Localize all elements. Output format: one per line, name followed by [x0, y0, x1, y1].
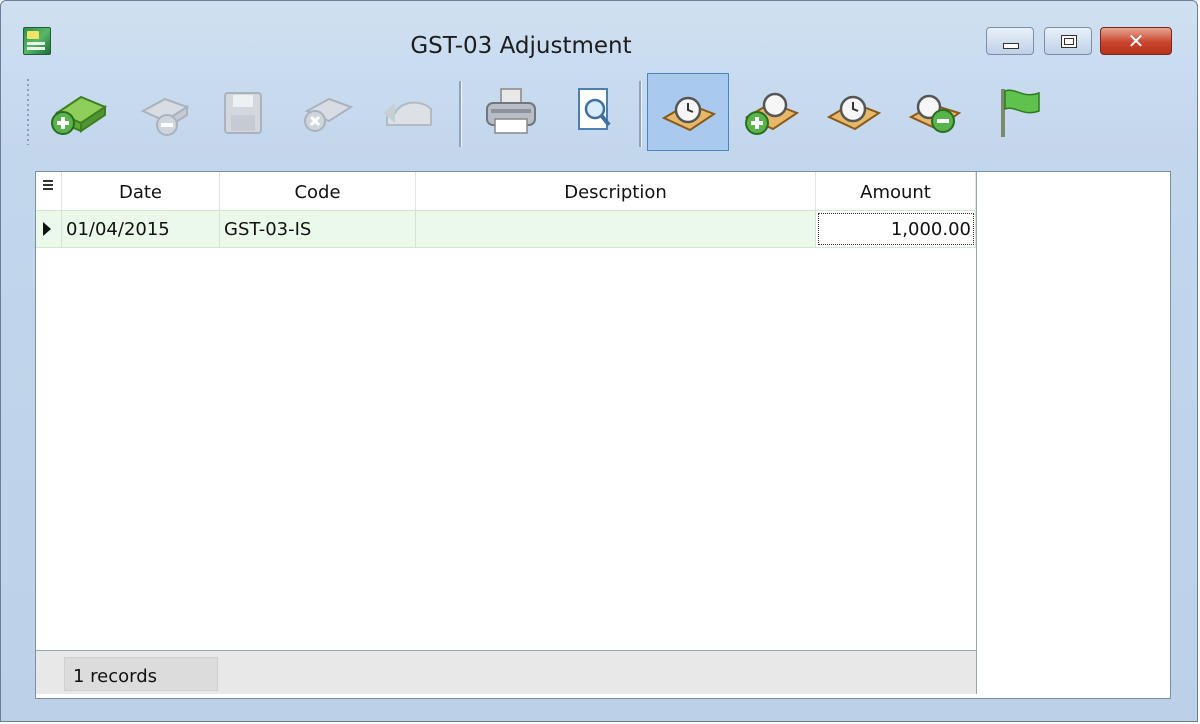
clock-minus-icon — [908, 94, 962, 133]
minimize-button[interactable] — [986, 27, 1034, 55]
clock-tray-icon — [661, 96, 717, 132]
remove-period-button[interactable] — [893, 73, 975, 151]
gst-03-adjustment-window: GST-03 Adjustment ✕ Date Code Descriptio… — [0, 0, 1198, 722]
maximize-button[interactable] — [1044, 27, 1092, 55]
new-button[interactable] — [37, 73, 119, 151]
cancel-button[interactable] — [283, 73, 365, 151]
cell-description[interactable] — [416, 211, 816, 247]
delete-button[interactable] — [119, 73, 201, 151]
period-button[interactable] — [647, 73, 729, 151]
preview-button[interactable] — [553, 73, 635, 151]
adjustment-grid: Date Code Description Amount 01/04/2015 … — [35, 171, 1171, 699]
close-icon: ✕ — [1127, 29, 1145, 53]
minimize-icon — [1003, 43, 1019, 49]
close-button[interactable]: ✕ — [1100, 27, 1172, 55]
money-cancel-icon — [304, 97, 354, 132]
record-count: 1 records — [64, 657, 218, 691]
column-chooser[interactable] — [36, 172, 62, 210]
undo-button[interactable] — [365, 73, 447, 151]
title-bar[interactable]: GST-03 Adjustment ✕ — [1, 1, 1197, 63]
save-button[interactable] — [201, 73, 283, 151]
footer-indicator — [36, 651, 62, 694]
edit-period-button[interactable] — [813, 73, 895, 151]
current-row-arrow-icon — [43, 222, 51, 236]
toolbar-separator — [459, 81, 462, 147]
toolbar-grip[interactable] — [27, 79, 29, 145]
cell-amount[interactable]: 1,000.00 — [816, 211, 976, 247]
window-title: GST-03 Adjustment — [410, 33, 632, 59]
add-period-button[interactable] — [729, 73, 811, 151]
green-flag-icon — [1001, 89, 1040, 137]
print-button[interactable] — [469, 73, 551, 151]
column-header-amount[interactable]: Amount — [816, 172, 976, 210]
grid-footer: 1 records — [36, 650, 976, 694]
column-header-code[interactable]: Code — [220, 172, 416, 210]
flag-button[interactable] — [975, 73, 1057, 151]
maximize-icon — [1061, 35, 1077, 48]
toolbar-separator — [639, 81, 642, 147]
print-preview-icon — [578, 88, 611, 130]
grid-right-border — [976, 172, 977, 694]
printer-icon — [486, 88, 536, 134]
floppy-disk-icon — [224, 92, 262, 134]
cell-date[interactable]: 01/04/2015 — [62, 211, 220, 247]
table-row[interactable]: 01/04/2015 GST-03-IS 1,000.00 — [36, 210, 976, 248]
money-plus-icon — [51, 95, 108, 135]
clock-plus-icon — [744, 92, 800, 135]
undo-icon — [383, 101, 432, 126]
list-icon — [43, 180, 53, 192]
column-header-date[interactable]: Date — [62, 172, 220, 210]
row-indicator — [36, 211, 62, 247]
money-minus-icon — [140, 97, 190, 136]
toolbar — [27, 73, 1067, 155]
column-header-description[interactable]: Description — [416, 172, 816, 210]
grid-header: Date Code Description Amount — [36, 172, 976, 210]
clock-tray-icon — [826, 95, 882, 131]
cell-code[interactable]: GST-03-IS — [220, 211, 416, 247]
